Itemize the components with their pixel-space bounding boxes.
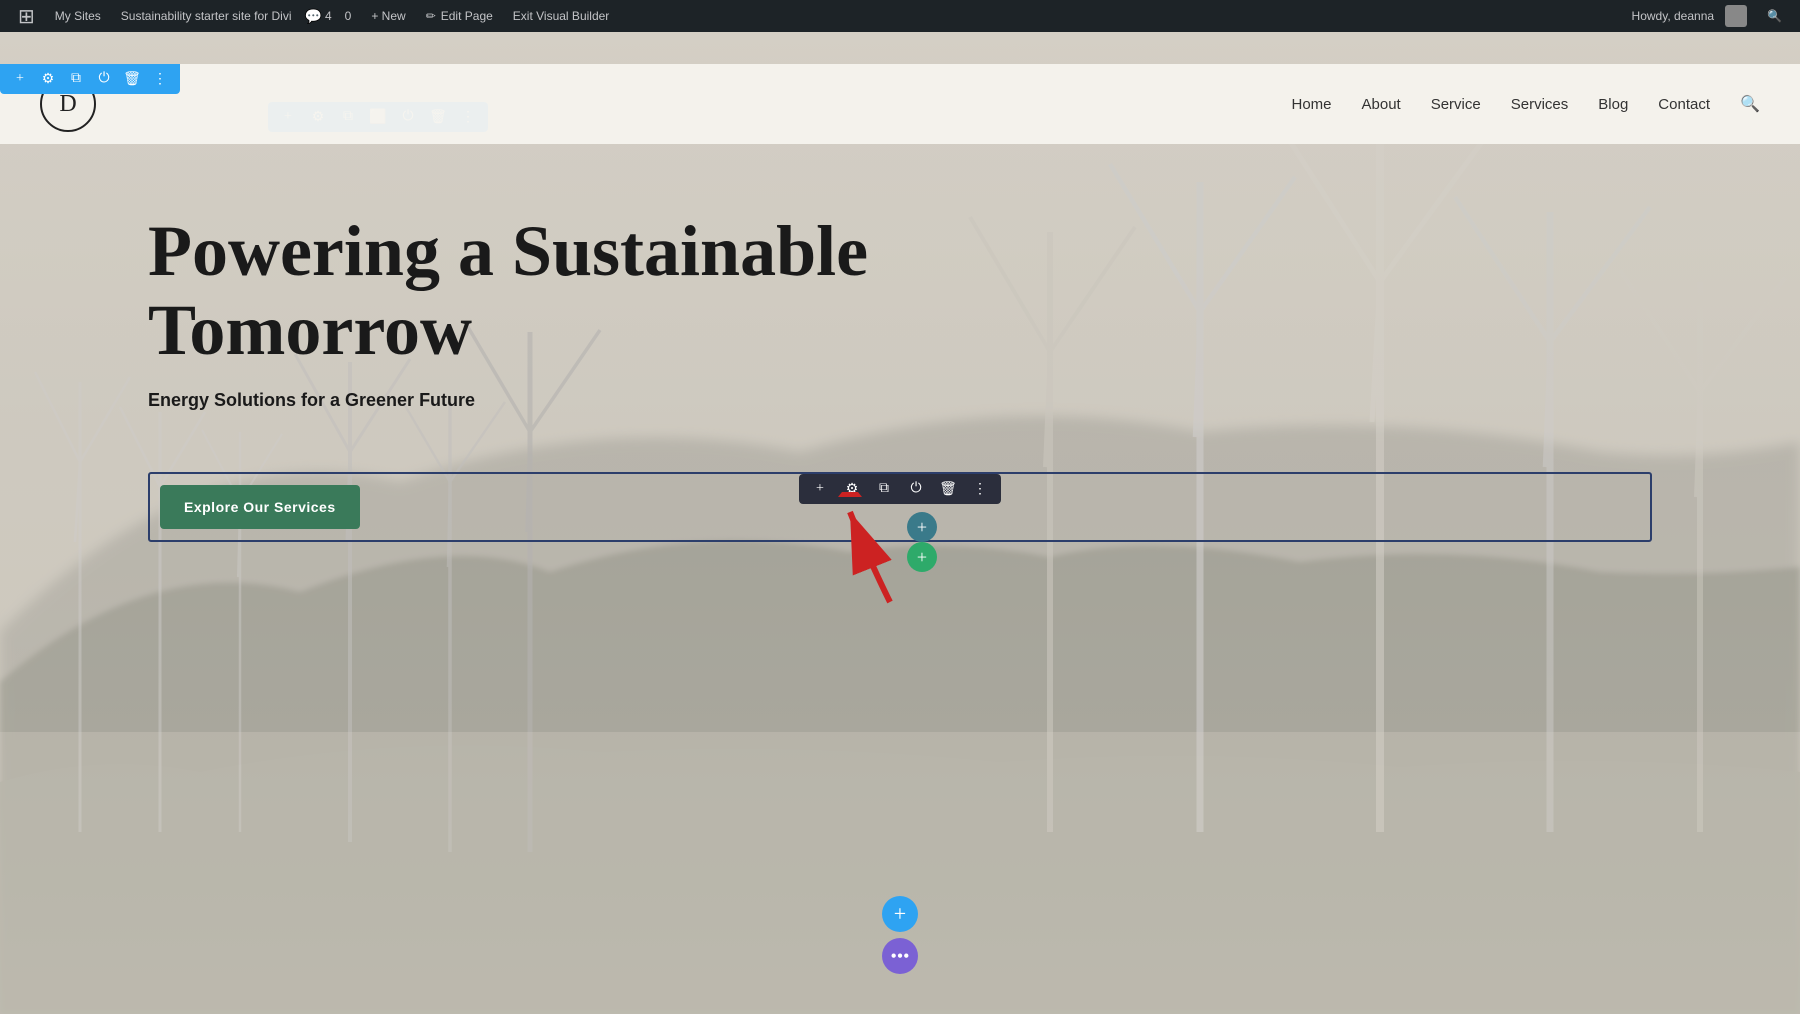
my-sites-menu[interactable]: My Sites	[45, 0, 111, 32]
nav-services[interactable]: Services	[1511, 96, 1569, 113]
my-sites-label: My Sites	[55, 9, 101, 23]
new-content-button[interactable]: + New	[361, 0, 415, 32]
updates-count: 0	[345, 9, 352, 23]
admin-search[interactable]: 🔍	[1757, 0, 1792, 32]
element-delete-icon[interactable]: 🗑	[939, 480, 957, 498]
element-add-icon[interactable]: +	[811, 480, 829, 498]
edit-page-button[interactable]: ✏ Edit Page	[416, 0, 503, 32]
add-section-button[interactable]: +	[882, 896, 918, 932]
toolbar-settings-icon[interactable]: ⚙	[38, 69, 58, 89]
hero-subtitle: Energy Solutions for a Greener Future	[148, 390, 1048, 411]
nav-about[interactable]: About	[1362, 96, 1401, 113]
site-name: Sustainability starter site for Divi	[121, 9, 292, 23]
element-toolbar: + ⚙ ⧉ ⏻ 🗑 ⋮	[799, 474, 1001, 504]
divi-options-button[interactable]: •••	[882, 938, 918, 974]
hero-content: + ⚙ ⧉ ⬜ ⏻ 🗑 ⋮ Powering a Sustainable Tom…	[148, 212, 1048, 451]
element-duplicate-icon[interactable]: ⧉	[875, 480, 893, 498]
toolbar-delete-icon[interactable]: 🗑	[122, 69, 142, 89]
section-toolbar: + ⚙ ⧉ ⏻ 🗑 ⋮	[0, 64, 180, 94]
wordpress-logo[interactable]: ⊞	[8, 0, 45, 32]
element-settings-icon[interactable]: ⚙	[843, 480, 861, 498]
admin-bar: ⊞ My Sites Sustainability starter site f…	[0, 0, 1800, 32]
user-avatar	[1725, 5, 1747, 27]
exit-visual-builder-button[interactable]: Exit Visual Builder	[503, 0, 620, 32]
site-header: D Home About Service Services Blog Conta…	[0, 64, 1800, 144]
main-navigation: Home About Service Services Blog Contact…	[1291, 94, 1760, 114]
comments-count: 💬 4	[305, 8, 332, 25]
howdy-user[interactable]: Howdy, deanna	[1622, 0, 1758, 32]
nav-blog[interactable]: Blog	[1598, 96, 1628, 113]
site-title[interactable]: Sustainability starter site for Divi 💬 4…	[111, 0, 362, 32]
element-disable-icon[interactable]: ⏻	[907, 480, 925, 498]
toolbar-disable-icon[interactable]: ⏻	[94, 69, 114, 89]
toolbar-add-icon[interactable]: +	[10, 69, 30, 89]
nav-home[interactable]: Home	[1291, 96, 1331, 113]
toolbar-duplicate-icon[interactable]: ⧉	[66, 69, 86, 89]
element-more-icon[interactable]: ⋮	[971, 480, 989, 498]
nav-contact[interactable]: Contact	[1658, 96, 1710, 113]
search-icon: 🔍	[1767, 9, 1782, 23]
nav-service[interactable]: Service	[1431, 96, 1481, 113]
hero-section: D Home About Service Services Blog Conta…	[0, 32, 1800, 1014]
admin-bar-right: Howdy, deanna 🔍	[1622, 0, 1792, 32]
add-column-button[interactable]: +	[907, 512, 937, 542]
nav-search-icon[interactable]: 🔍	[1740, 94, 1760, 114]
add-module-button[interactable]: +	[907, 542, 937, 572]
explore-services-button[interactable]: Explore Our Services	[160, 485, 360, 529]
hero-title: Powering a Sustainable Tomorrow	[148, 212, 1048, 370]
toolbar-more-icon[interactable]: ⋮	[150, 69, 170, 89]
wp-icon: ⊞	[18, 4, 35, 29]
